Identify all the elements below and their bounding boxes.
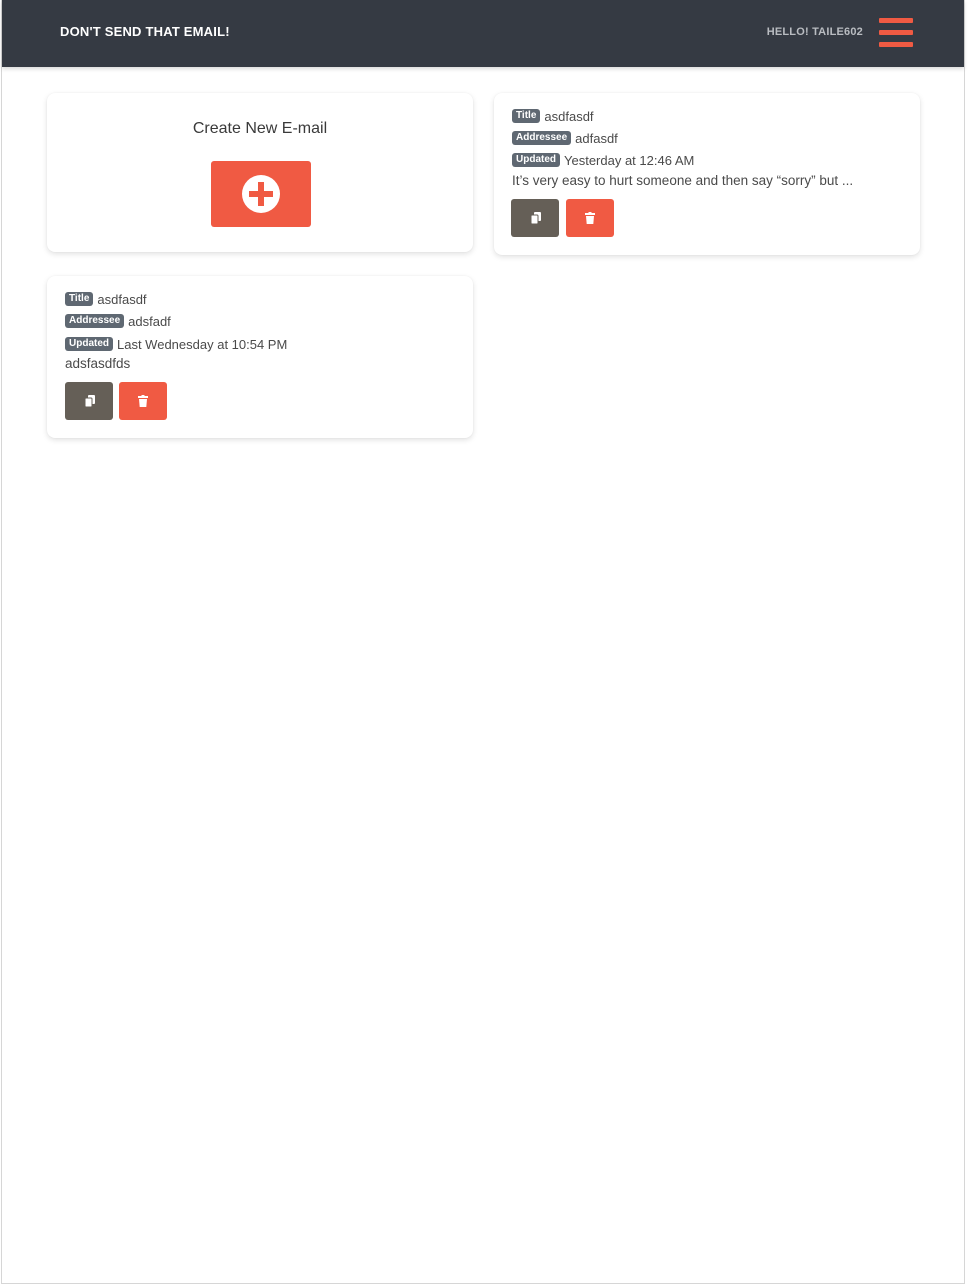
email-addressee: adfasdf bbox=[575, 130, 618, 146]
email-updated: Last Wednesday at 10:54 PM bbox=[117, 336, 288, 352]
addressee-row: Addressee adsfadf bbox=[65, 311, 171, 331]
title-badge: Title bbox=[65, 292, 94, 306]
navbar: DON'T SEND THAT EMAIL! HELLO! TAILE602 bbox=[2, 0, 964, 67]
addressee-badge: Addressee bbox=[65, 314, 125, 328]
email-card: Title asdfasdf Addressee adsfadf Updated… bbox=[47, 276, 473, 438]
copy-email-button[interactable] bbox=[511, 199, 559, 237]
plus-circle-icon bbox=[242, 175, 280, 213]
email-addressee: adsfadf bbox=[128, 313, 171, 329]
copy-icon bbox=[85, 395, 95, 407]
email-body-preview: adsfasdfds bbox=[65, 356, 131, 371]
updated-row: Updated Last Wednesday at 10:54 PM bbox=[65, 334, 287, 354]
title-row: Title asdfasdf bbox=[65, 289, 147, 309]
delete-email-button[interactable] bbox=[119, 382, 167, 420]
addressee-row: Addressee adfasdf bbox=[512, 128, 618, 148]
create-email-title: Create New E-mail bbox=[192, 120, 328, 137]
brand-title[interactable]: DON'T SEND THAT EMAIL! bbox=[60, 24, 230, 39]
copy-email-button[interactable] bbox=[65, 382, 113, 420]
create-email-card: Create New E-mail bbox=[47, 93, 473, 252]
email-card: Title asdfasdf Addressee adfasdf Updated… bbox=[494, 93, 920, 255]
addressee-badge: Addressee bbox=[512, 131, 572, 145]
updated-badge: Updated bbox=[512, 153, 560, 167]
hamburger-menu-icon[interactable] bbox=[879, 18, 913, 47]
trash-icon bbox=[138, 395, 148, 407]
email-title: asdfasdf bbox=[544, 108, 594, 124]
updated-row: Updated Yesterday at 12:46 AM bbox=[512, 150, 694, 170]
title-badge: Title bbox=[512, 109, 541, 123]
trash-icon bbox=[585, 212, 595, 224]
email-title: asdfasdf bbox=[97, 291, 147, 307]
delete-email-button[interactable] bbox=[566, 199, 614, 237]
create-email-button[interactable] bbox=[211, 161, 311, 227]
email-body-preview: It’s very easy to hurt someone and then … bbox=[512, 173, 854, 188]
user-greeting: HELLO! TAILE602 bbox=[766, 26, 863, 38]
updated-badge: Updated bbox=[65, 337, 113, 351]
title-row: Title asdfasdf bbox=[512, 106, 594, 126]
email-updated: Yesterday at 12:46 AM bbox=[564, 152, 695, 168]
copy-icon bbox=[531, 212, 541, 224]
